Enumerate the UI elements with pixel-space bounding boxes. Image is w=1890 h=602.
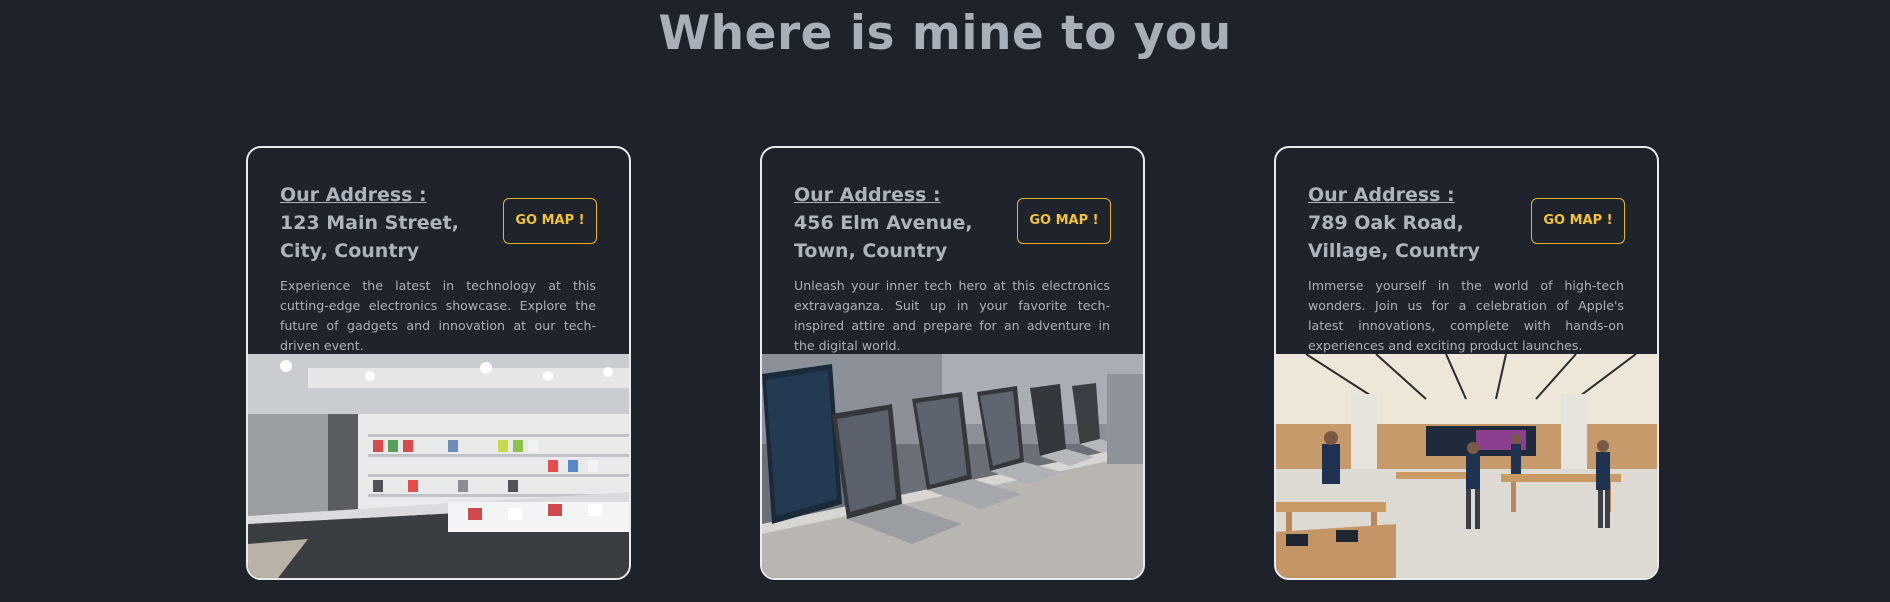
address-card-2: Our Address : 456 Elm Avenue, Town, Coun… xyxy=(760,146,1145,580)
address-value: 789 Oak Road, Village, Country xyxy=(1308,212,1480,262)
address-value: 123 Main Street, City, Country xyxy=(280,212,459,262)
page: Where is mine to you Our Address : 123 M… xyxy=(0,0,1890,602)
address-card-3: Our Address : 789 Oak Road, Village, Cou… xyxy=(1274,146,1659,580)
go-map-button[interactable]: GO MAP ! xyxy=(503,198,597,244)
card-description: Unleash your inner tech hero at this ele… xyxy=(794,278,1110,353)
electronics-store-image xyxy=(248,354,629,578)
page-title: Where is mine to you xyxy=(658,6,1232,61)
address-card-1: Our Address : 123 Main Street, City, Cou… xyxy=(246,146,631,580)
address-value: 456 Elm Avenue, Town, Country xyxy=(794,212,973,262)
card-description: Experience the latest in technology at t… xyxy=(280,278,596,353)
laptops-display-image xyxy=(762,354,1143,578)
apple-store-image xyxy=(1276,354,1657,578)
go-map-button[interactable]: GO MAP ! xyxy=(1531,198,1625,244)
card-description: Immerse yourself in the world of high-te… xyxy=(1308,278,1624,353)
address-cards: Our Address : 123 Main Street, City, Cou… xyxy=(246,146,1659,580)
go-map-button[interactable]: GO MAP ! xyxy=(1017,198,1111,244)
